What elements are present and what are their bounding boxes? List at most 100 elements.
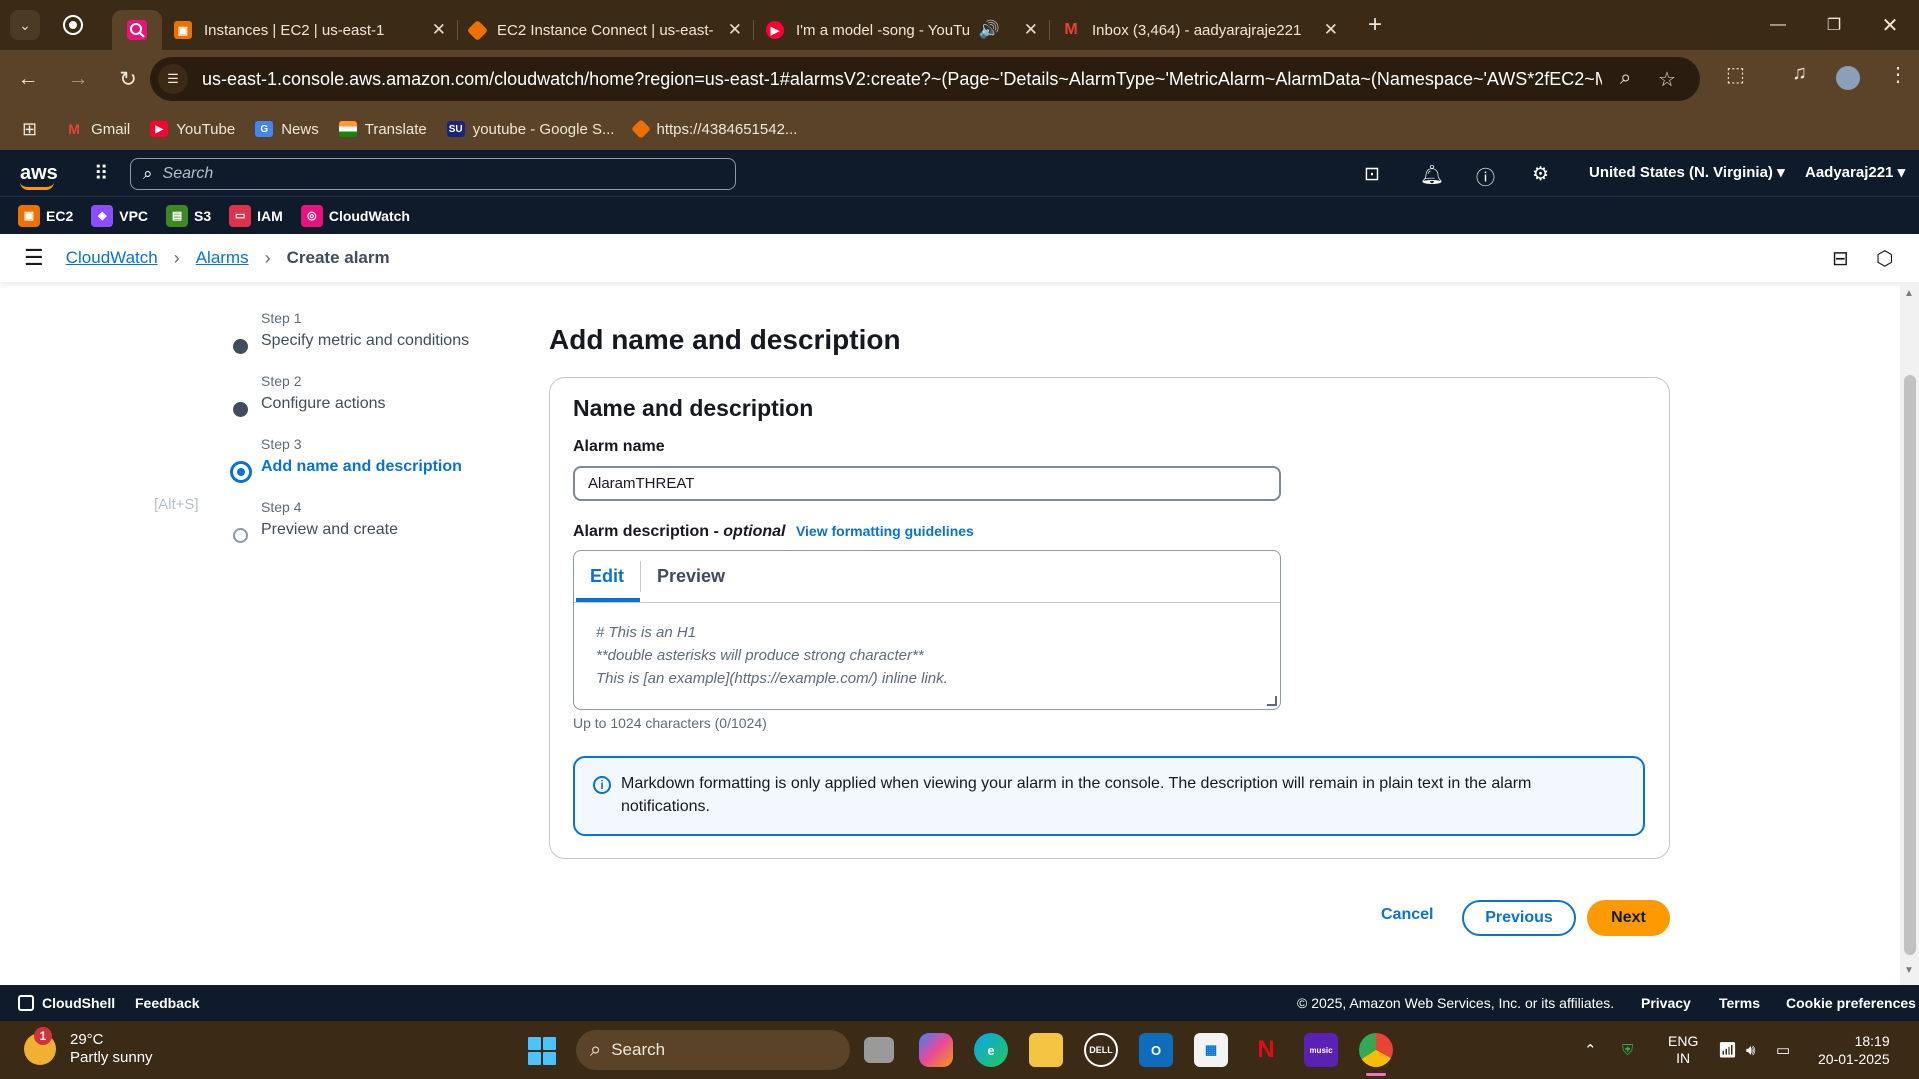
scroll-down-icon[interactable]: ▼ [1904, 965, 1914, 976]
favorite-iam[interactable]: ▭ IAM [229, 204, 283, 227]
aws-search-input[interactable]: ⌕ Search [Alt+S] [130, 158, 736, 513]
browser-menu-icon[interactable]: ⋮ [1888, 62, 1908, 87]
restore-icon[interactable]: ❐ [1806, 0, 1862, 50]
tab-ec2-connect[interactable]: EC2 Instance Connect | us-east- ✕ [458, 10, 754, 50]
bookmark-star-icon[interactable]: ☆ [1658, 67, 1676, 92]
cancel-button[interactable]: Cancel [1381, 906, 1433, 924]
side-nav-menu-icon[interactable]: ☰ [24, 245, 44, 271]
favorite-s3[interactable]: ▤ S3 [166, 204, 211, 227]
description-textarea[interactable]: # This is an H1 **double asterisks will … [574, 603, 1280, 708]
bookmark-gmail[interactable]: M Gmail [65, 121, 130, 138]
weather-widget[interactable]: 1 29°C Partly sunny [24, 1027, 153, 1067]
close-icon[interactable]: ✕ [1324, 20, 1338, 40]
speaker-icon[interactable]: 🔊 [979, 20, 1000, 40]
formatting-guidelines-link[interactable]: View formatting guidelines [796, 523, 974, 539]
outlook-icon[interactable]: O [1139, 1033, 1173, 1067]
copilot-icon[interactable] [919, 1033, 953, 1067]
terms-link[interactable]: Terms [1719, 995, 1760, 1011]
extensions-icon[interactable]: ⬚ [1726, 62, 1745, 87]
services-grid-icon[interactable]: ⠿ [94, 161, 109, 186]
cookie-preferences-link[interactable]: Cookie preferences [1786, 995, 1916, 1011]
previous-button[interactable]: Previous [1462, 900, 1576, 936]
split-panel-icon[interactable]: ⊟ [1832, 246, 1849, 271]
preferences-icon[interactable]: ⬡ [1876, 246, 1893, 271]
cloudwatch-tab[interactable] [112, 10, 162, 50]
cloudshell-footer-button[interactable]: CloudShell [18, 995, 115, 1011]
panel-title: Name and description [573, 395, 814, 421]
chrome-icon[interactable] [1359, 1033, 1393, 1067]
task-view-icon[interactable] [864, 1037, 894, 1063]
defender-shield-icon[interactable]: ⛨ [1622, 1021, 1633, 1079]
close-icon[interactable]: ✕ [728, 20, 742, 40]
profile-avatar[interactable] [1836, 66, 1860, 90]
next-button[interactable]: Next [1587, 900, 1670, 936]
close-icon[interactable]: ✕ [1024, 20, 1038, 40]
language-indicator[interactable]: ENG IN [1668, 1021, 1698, 1079]
scrollbar-thumb[interactable] [1904, 375, 1916, 955]
window-close-icon[interactable]: ✕ [1862, 0, 1918, 50]
dell-icon[interactable]: DELL [1084, 1033, 1118, 1067]
taskbar-search[interactable]: ⌕ Search [576, 1030, 850, 1070]
whatsapp-tab-icon[interactable] [58, 10, 88, 40]
wifi-icon[interactable]: 📶︎ [1718, 1021, 1737, 1079]
bookmark-translate[interactable]: Translate [338, 121, 427, 138]
step-1[interactable]: Step 1 Specify metric and conditions [230, 310, 510, 373]
clock[interactable]: 18:19 20-01-2025 [1818, 1021, 1890, 1079]
breadcrumb-cloudwatch[interactable]: CloudWatch [66, 248, 158, 268]
step-3: Step 3 Add name and description [230, 436, 510, 499]
breadcrumb-alarms[interactable]: Alarms [196, 248, 249, 268]
clock-date: 20-01-2025 [1818, 1051, 1890, 1067]
microsoft-store-icon[interactable]: ▦ [1194, 1033, 1228, 1067]
bookmark-aws-link[interactable]: https://4384651542... [631, 119, 797, 139]
step-complete-dot [233, 402, 248, 417]
favorite-label: VPC [119, 207, 149, 224]
favorite-vpc[interactable]: ◈ VPC [91, 204, 149, 227]
bookmark-youtube-google[interactable]: SU youtube - Google S... [446, 121, 614, 138]
favorite-ec2[interactable]: ▣ EC2 [18, 204, 73, 227]
file-explorer-icon[interactable] [1029, 1033, 1063, 1067]
tray-chevron-icon[interactable]: ⌃ [1584, 1021, 1597, 1079]
bookmark-news[interactable]: G News [255, 121, 319, 138]
aws-logo-text: aws [20, 161, 58, 184]
privacy-link[interactable]: Privacy [1641, 995, 1691, 1011]
forward-icon[interactable]: → [56, 57, 100, 101]
amazon-music-icon[interactable]: music [1304, 1033, 1338, 1067]
tab-preview[interactable]: Preview [641, 551, 741, 602]
region-code: IN [1676, 1050, 1691, 1066]
bookmark-youtube[interactable]: ▶ YouTube [150, 121, 235, 138]
resize-handle-icon[interactable] [1267, 696, 1277, 706]
aws-logo[interactable]: aws [20, 161, 58, 190]
account-menu[interactable]: Aadyaraj221 ▾ [1805, 163, 1905, 181]
region-selector[interactable]: United States (N. Virginia) ▾ [1589, 163, 1785, 181]
apps-grid-icon[interactable]: ⊞ [22, 119, 37, 140]
battery-icon[interactable]: ▭ [1776, 1021, 1790, 1079]
media-control-icon[interactable]: ♫ [1792, 62, 1807, 85]
close-icon[interactable]: ✕ [432, 20, 446, 40]
scroll-up-icon[interactable]: ▲ [1904, 288, 1914, 299]
zoom-icon[interactable]: ⌕ [1620, 67, 1631, 90]
tab-youtube[interactable]: ▶ I'm a model -song - YouTube 🔊 ✕ [754, 10, 1050, 50]
help-icon[interactable]: ⓘ [1476, 163, 1495, 190]
settings-gear-icon[interactable]: ⚙ [1532, 163, 1549, 186]
tab-search-icon[interactable]: ⌄ [10, 10, 40, 40]
favorite-cloudwatch[interactable]: ◎ CloudWatch [300, 204, 410, 227]
tab-edit[interactable]: Edit [574, 551, 640, 602]
reload-icon[interactable]: ↻ [106, 57, 150, 101]
url-text[interactable]: us-east-1.console.aws.amazon.com/cloudwa… [202, 69, 1602, 90]
netflix-icon[interactable]: N [1249, 1033, 1283, 1067]
back-icon[interactable]: ← [6, 57, 50, 101]
windows-start-icon[interactable] [528, 1037, 556, 1065]
new-tab-icon[interactable]: + [1368, 11, 1382, 39]
bell-icon[interactable]: 🔔︎ [1420, 163, 1444, 187]
url-bar[interactable]: ☰ us-east-1.console.aws.amazon.com/cloud… [150, 57, 1700, 101]
edge-icon[interactable]: e [974, 1033, 1008, 1067]
site-info-icon[interactable]: ☰ [158, 64, 188, 94]
alarm-name-input[interactable]: AlaramTHREAT [573, 466, 1281, 501]
minimize-icon[interactable]: — [1750, 0, 1806, 50]
step-2[interactable]: Step 2 Configure actions [230, 373, 510, 436]
cloudshell-icon[interactable]: ⊡ [1364, 163, 1380, 186]
tab-ec2-instances[interactable]: ▣ Instances | EC2 | us-east-1 ✕ [162, 10, 458, 50]
feedback-link[interactable]: Feedback [135, 995, 200, 1011]
volume-icon[interactable]: 🔊︎ [1746, 1021, 1755, 1079]
tab-gmail[interactable]: M Inbox (3,464) - aadyarajraje221 ✕ [1050, 10, 1350, 50]
